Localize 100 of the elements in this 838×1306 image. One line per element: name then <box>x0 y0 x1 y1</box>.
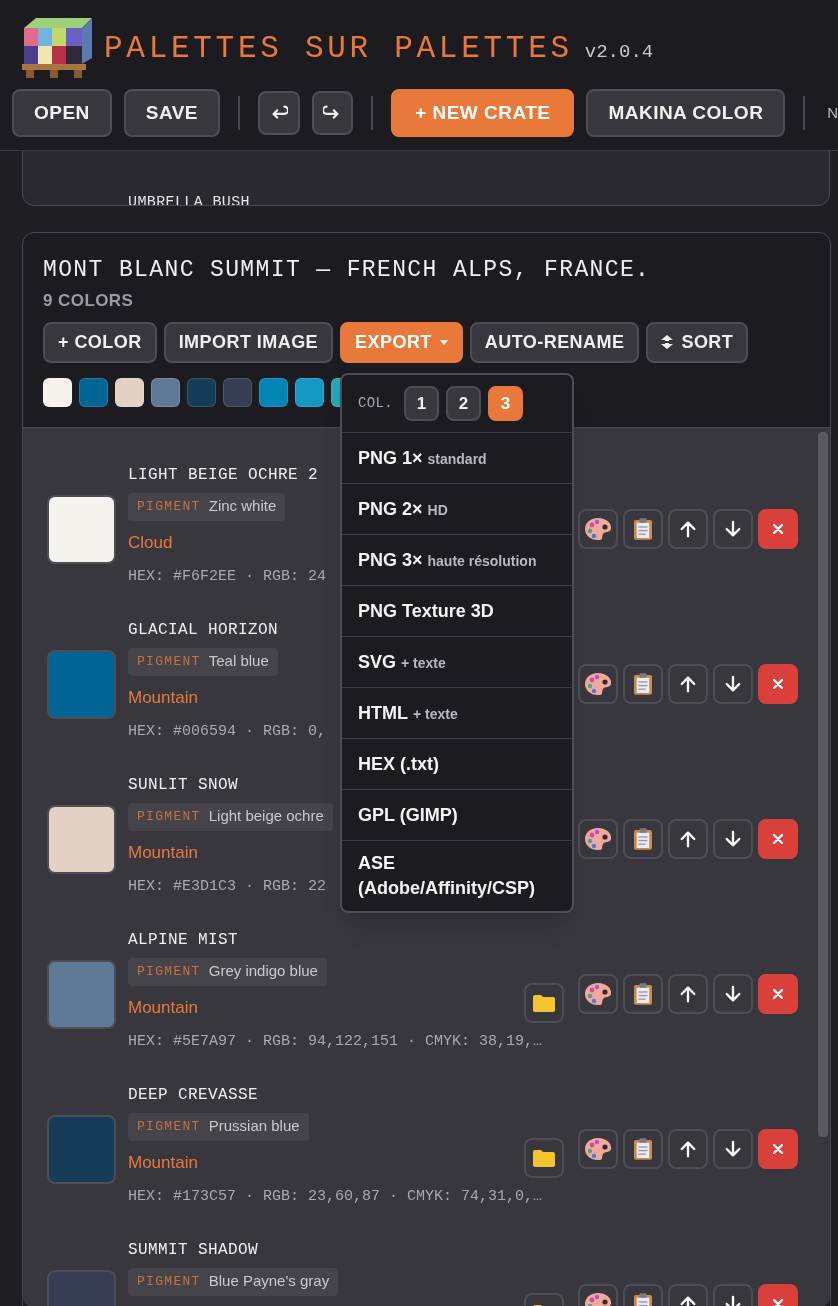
column-option[interactable]: 2 <box>446 386 481 421</box>
color-name: LIGHT BEIGE OCHRE 2 <box>128 464 320 486</box>
color-category: Cloud <box>128 531 173 554</box>
pigment-name: Prussian blue <box>208 1116 300 1137</box>
color-codes: HEX: #E3D1C3 · RGB: 22 <box>128 876 327 897</box>
palette-title: MONT BLANC SUMMIT — FRENCH ALPS, FRANCE. <box>43 256 652 285</box>
color-category: Mountain <box>128 841 198 864</box>
action-button[interactable]: SORT <box>646 321 749 363</box>
export-option[interactable]: HTML + texte <box>342 688 572 739</box>
move-down-button[interactable] <box>713 974 753 1014</box>
export-option[interactable]: PNG 1× standard <box>342 433 572 484</box>
delete-button[interactable] <box>758 664 798 704</box>
delete-button[interactable] <box>758 819 798 859</box>
color-name: ALPINE MIST <box>128 929 240 951</box>
pigment-label: PIGMENT <box>137 497 201 516</box>
color-swatch[interactable] <box>47 959 116 1029</box>
folder-button[interactable] <box>524 1137 564 1178</box>
export-option[interactable]: PNG 2× HD <box>342 484 572 535</box>
copy-button[interactable] <box>623 664 663 704</box>
app-title: PALETTES SUR PALETTES <box>104 33 573 64</box>
folder-button[interactable] <box>524 982 564 1023</box>
export-option[interactable]: HEX (.txt) <box>342 739 572 790</box>
edit-button[interactable] <box>578 1129 618 1169</box>
arrow-up-icon <box>679 985 697 1003</box>
action-button[interactable]: + COLOR <box>43 321 157 363</box>
export-option[interactable]: PNG 3× haute résolution <box>342 535 572 586</box>
action-button[interactable]: IMPORT IMAGE <box>163 321 334 363</box>
folder-icon <box>533 1148 555 1167</box>
arrow-up-icon <box>679 520 697 538</box>
arrow-up-icon <box>679 1140 697 1158</box>
move-up-button[interactable] <box>668 819 708 859</box>
close-icon <box>773 834 783 844</box>
clipboard-icon <box>634 673 652 695</box>
color-swatch[interactable] <box>47 649 116 719</box>
toolbar-button[interactable]: SAVE <box>123 89 220 137</box>
close-icon <box>773 1144 783 1154</box>
redo-button[interactable] <box>311 91 354 135</box>
pigment-label: PIGMENT <box>137 1272 201 1291</box>
export-option[interactable]: GPL (GIMP) <box>342 790 572 841</box>
toolbar-button[interactable]: OPEN <box>12 89 112 137</box>
edit-button[interactable] <box>578 509 618 549</box>
arrow-down-icon <box>724 830 742 848</box>
move-down-button[interactable] <box>713 819 753 859</box>
sort-icon <box>661 335 674 349</box>
undo-button[interactable] <box>257 91 300 135</box>
copy-button[interactable] <box>623 819 663 859</box>
color-name: SUMMIT SHADOW <box>128 1239 260 1261</box>
color-codes: HEX: #5E7A97 · RGB: 94,122,151 · CMYK: 38,19,… <box>128 1031 543 1052</box>
close-icon <box>773 679 783 689</box>
palette-icon <box>584 1137 612 1161</box>
clipboard-icon <box>634 1138 652 1160</box>
edit-button[interactable] <box>578 974 618 1014</box>
pigment-name: Grey indigo blue <box>208 961 318 982</box>
close-icon <box>773 989 783 999</box>
pigment-label: PIGMENT <box>137 807 201 826</box>
column-option[interactable]: 1 <box>404 386 439 421</box>
delete-button[interactable] <box>758 509 798 549</box>
move-up-button[interactable] <box>668 509 708 549</box>
columns-label: COL. <box>358 394 393 413</box>
pigment-name: Zinc white <box>208 496 277 517</box>
edit-button[interactable] <box>578 819 618 859</box>
move-up-button[interactable] <box>668 664 708 704</box>
export-option[interactable]: PNG Texture 3D <box>342 586 572 637</box>
export-option[interactable]: ASE (Adobe/Affinity/CSP) <box>342 841 572 911</box>
edit-button[interactable] <box>578 664 618 704</box>
palette-icon <box>584 517 612 541</box>
arrow-down-icon <box>724 985 742 1003</box>
copy-button[interactable] <box>623 509 663 549</box>
arrow-down-icon <box>724 520 742 538</box>
arrow-down-icon <box>724 675 742 693</box>
clipboard-icon <box>634 983 652 1005</box>
color-codes: HEX: #006594 · RGB: 0, <box>128 721 327 742</box>
move-down-button[interactable] <box>713 509 753 549</box>
color-name: SUNLIT SNOW <box>128 774 240 796</box>
color-swatch[interactable] <box>47 804 116 874</box>
pigment-name: Blue Payne's gray <box>208 1271 330 1292</box>
pigment-name: Light beige ochre <box>208 806 324 827</box>
palette-icon <box>584 672 612 696</box>
clipboard-icon <box>634 828 652 850</box>
scrollbar[interactable] <box>818 431 828 1137</box>
color-swatch[interactable] <box>47 494 116 564</box>
toolbar-label: N <box>827 102 838 123</box>
clipboard-icon <box>634 518 652 540</box>
move-up-button[interactable] <box>668 1129 708 1169</box>
move-down-button[interactable] <box>713 1129 753 1169</box>
color-codes: HEX: #173C57 · RGB: 23,60,87 · CMYK: 74,31,0,… <box>128 1186 543 1207</box>
palette-icon <box>584 982 612 1006</box>
delete-button[interactable] <box>758 1129 798 1169</box>
action-button[interactable]: AUTO-RENAME <box>469 321 640 363</box>
move-up-button[interactable] <box>668 974 708 1014</box>
copy-button[interactable] <box>623 1129 663 1169</box>
color-category: Mountain <box>128 996 198 1019</box>
move-down-button[interactable] <box>713 664 753 704</box>
pigment-label: PIGMENT <box>137 652 201 671</box>
delete-button[interactable] <box>758 974 798 1014</box>
toolbar-button[interactable]: MAKINA COLOR <box>586 89 786 137</box>
color-codes: HEX: #F6F2EE · RGB: 24 <box>128 566 327 587</box>
export-option[interactable]: SVG + texte <box>342 637 572 688</box>
copy-button[interactable] <box>623 974 663 1014</box>
color-swatch[interactable] <box>47 1114 116 1184</box>
